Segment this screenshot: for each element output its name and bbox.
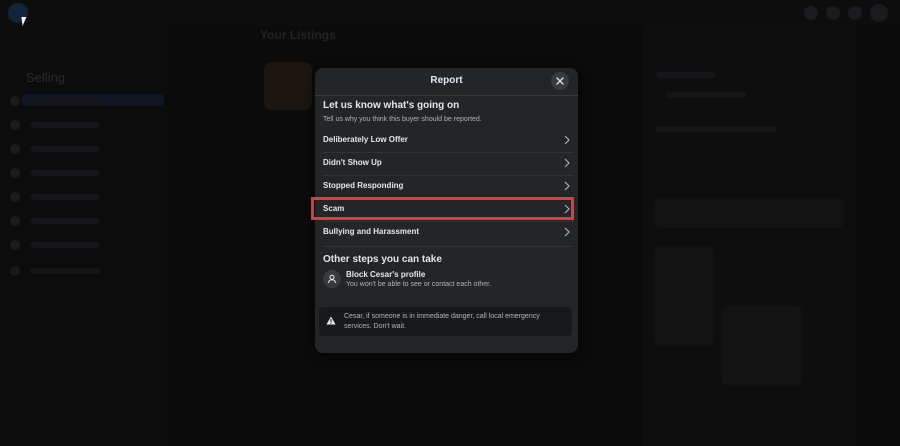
mouse-cursor-icon xyxy=(21,17,28,26)
option-label: Bullying and Harassment xyxy=(323,227,420,236)
scam-highlight-box xyxy=(311,197,574,220)
other-steps-heading: Other steps you can take xyxy=(323,254,442,265)
emergency-notice-text: Cesar, if someone is in immediate danger… xyxy=(344,313,540,330)
divider xyxy=(323,246,573,247)
dialog-header: Report xyxy=(315,68,578,96)
close-button[interactable] xyxy=(551,72,569,90)
conversation-panel xyxy=(642,26,856,446)
sidebar: Selling xyxy=(0,26,170,446)
messenger-icon xyxy=(826,6,840,20)
block-description: You won't be able to see or contact each… xyxy=(346,281,492,288)
emergency-notice: Cesar, if someone is in immediate danger… xyxy=(319,307,572,336)
chevron-right-icon xyxy=(564,158,570,168)
dialog-title: Report xyxy=(430,75,463,86)
block-profile-button[interactable]: Block Cesar's profile You won't be able … xyxy=(323,267,573,295)
chevron-right-icon xyxy=(564,227,570,237)
block-user-icon xyxy=(323,270,341,288)
top-navigation-bar xyxy=(0,0,900,26)
option-label: Stopped Responding xyxy=(323,181,404,190)
option-didnt-show-up[interactable]: Didn't Show Up xyxy=(323,152,573,174)
warning-icon xyxy=(326,316,336,325)
dialog-subtext: Tell us why you think this buyer should … xyxy=(323,116,482,123)
listing-image xyxy=(264,62,312,110)
notifications-icon xyxy=(848,6,862,20)
close-icon xyxy=(556,77,564,85)
option-stopped-responding[interactable]: Stopped Responding xyxy=(323,175,573,197)
menu-icon xyxy=(804,6,818,20)
option-bullying-and-harassment[interactable]: Bullying and Harassment xyxy=(323,221,573,243)
option-label: Didn't Show Up xyxy=(323,158,382,167)
option-deliberately-low-offer[interactable]: Deliberately Low Offer xyxy=(323,129,573,151)
page-title: Your Listings xyxy=(260,28,336,42)
profile-avatar xyxy=(870,4,888,22)
chevron-right-icon xyxy=(564,135,570,145)
chevron-right-icon xyxy=(564,181,570,191)
block-title: Block Cesar's profile xyxy=(346,270,426,279)
sidebar-title: Selling xyxy=(26,70,66,85)
option-label: Deliberately Low Offer xyxy=(323,135,408,144)
dialog-heading: Let us know what's going on xyxy=(323,100,460,111)
